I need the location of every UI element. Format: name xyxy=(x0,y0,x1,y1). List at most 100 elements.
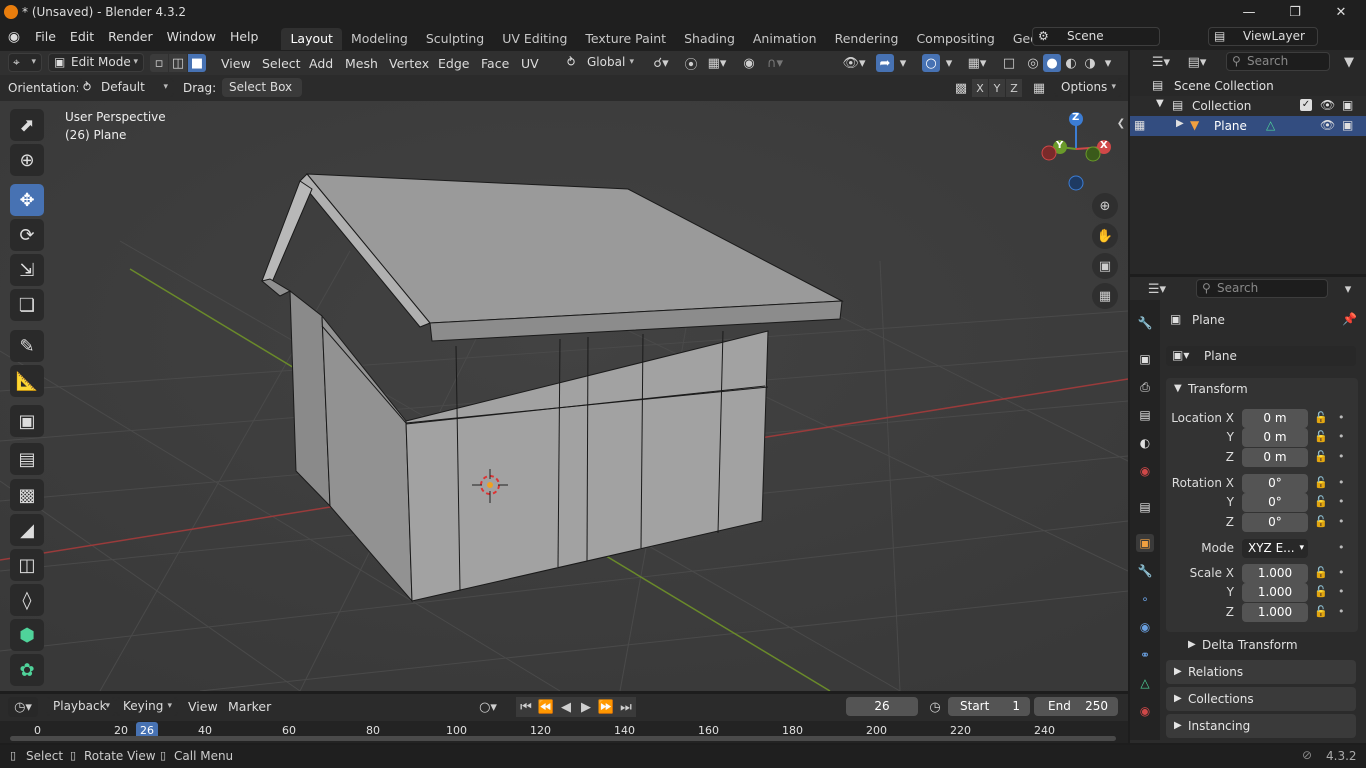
gizmo-toggle-icon[interactable]: ➦ xyxy=(876,54,894,72)
pin-icon[interactable]: 📌 xyxy=(1342,312,1357,326)
collection-render-icon[interactable]: ▣ xyxy=(1342,98,1353,112)
properties-options-icon[interactable]: ▾ xyxy=(1340,279,1356,299)
relations-panel[interactable]: ▶ Relations xyxy=(1166,660,1356,684)
timeline-view-menu[interactable]: View xyxy=(188,694,218,719)
keyframe-location-x-icon[interactable]: • xyxy=(1338,411,1345,424)
end-frame-field[interactable]: End 250 xyxy=(1034,697,1118,716)
face-select-icon[interactable]: ■ xyxy=(188,54,206,72)
menu-edit[interactable]: Edit xyxy=(63,24,101,50)
next-keyframe-icon[interactable]: ⏩ xyxy=(596,697,616,717)
outliner-search-input[interactable]: ⚲ Search xyxy=(1226,52,1330,71)
tab-modeling[interactable]: Modeling xyxy=(342,28,417,50)
tab-compositing[interactable]: Compositing xyxy=(907,28,1003,50)
keyframe-rotation-y-icon[interactable]: • xyxy=(1338,495,1345,508)
tab-animation[interactable]: Animation xyxy=(744,28,826,50)
overlays-toggle-icon[interactable]: ○ xyxy=(922,54,940,72)
instancing-panel[interactable]: ▶ Instancing xyxy=(1166,714,1356,738)
snap-target-icon[interactable]: ▦▾ xyxy=(702,54,732,72)
proportional-editing-icon[interactable]: ◉ xyxy=(740,54,758,72)
falloff-icon[interactable]: ∩▾ xyxy=(762,54,788,72)
move-tool-icon[interactable]: ✥ xyxy=(10,184,44,216)
output-tab-icon[interactable]: ⎙ xyxy=(1136,378,1154,396)
lock-scale-x-icon[interactable]: 🔓 xyxy=(1314,566,1328,579)
keyframe-scale-z-icon[interactable]: • xyxy=(1338,605,1345,618)
timeline-editor-type-icon[interactable]: ◷▾ xyxy=(8,697,38,717)
drag-selector[interactable]: Select Box xyxy=(222,78,302,97)
collection-checkbox[interactable]: ✓ xyxy=(1300,99,1312,111)
rotation-y-field[interactable]: 0° xyxy=(1242,493,1308,512)
gizmo-dropdown-icon[interactable]: ▾ xyxy=(896,54,910,72)
pan-hand-icon[interactable]: ✋ xyxy=(1092,223,1118,249)
menu-add[interactable]: Add xyxy=(309,51,333,76)
modifier-tab-icon[interactable]: 🔧 xyxy=(1136,562,1154,580)
keyframe-scale-y-icon[interactable]: • xyxy=(1338,585,1345,598)
frame-ruler[interactable]: 0 20 26 40 60 80 100 120 140 160 180 200… xyxy=(0,721,1128,743)
particles-tab-icon[interactable]: ∘ xyxy=(1136,590,1154,608)
keyframe-mode-icon[interactable]: • xyxy=(1338,541,1345,554)
scene-tab-icon[interactable]: ◐ xyxy=(1136,434,1154,452)
keyframe-location-y-icon[interactable]: • xyxy=(1338,430,1345,443)
menu-render[interactable]: Render xyxy=(101,24,160,50)
location-z-field[interactable]: 0 m xyxy=(1242,448,1308,467)
ortho-toggle-icon[interactable]: ▦ xyxy=(1092,283,1118,309)
edge-select-icon[interactable]: ◫ xyxy=(169,54,187,72)
start-frame-field[interactable]: Start 1 xyxy=(948,697,1030,716)
solid-shading-icon[interactable]: ● xyxy=(1043,54,1061,72)
xray-toggle-icon[interactable]: □ xyxy=(1000,54,1018,72)
camera-view-icon[interactable]: ▣ xyxy=(1092,253,1118,279)
rotation-x-field[interactable]: 0° xyxy=(1242,474,1308,493)
play-icon[interactable]: ▶ xyxy=(576,697,596,717)
mirror-x-button[interactable]: X xyxy=(972,79,988,97)
render-tab-icon[interactable]: ▣ xyxy=(1136,350,1154,368)
keyframe-rotation-z-icon[interactable]: • xyxy=(1338,515,1345,528)
blender-menu-icon[interactable]: ◉ xyxy=(0,29,28,45)
timeline-scrollbar[interactable] xyxy=(10,736,1116,741)
rendered-shading-icon[interactable]: ◑ xyxy=(1081,54,1099,72)
properties-editor-type-icon[interactable]: ☰▾ xyxy=(1142,279,1172,299)
menu-file[interactable]: File xyxy=(28,24,63,50)
scale-z-field[interactable]: 1.000 xyxy=(1242,603,1308,622)
extrude-tool-icon[interactable]: ▤ xyxy=(10,443,44,475)
outliner-row-scene-collection[interactable]: ▤ Scene Collection xyxy=(1130,76,1366,96)
expand-collection-icon[interactable]: ▼ xyxy=(1156,98,1164,109)
menu-vertex[interactable]: Vertex xyxy=(389,51,429,76)
view-layer-selector[interactable]: ▤ ViewLayer xyxy=(1208,27,1318,46)
close-button[interactable]: ✕ xyxy=(1318,0,1364,24)
constraints-tab-icon[interactable]: ⚭ xyxy=(1136,646,1154,664)
lock-rotation-x-icon[interactable]: 🔓 xyxy=(1314,476,1328,489)
scene-selector[interactable]: ⚙ Scene xyxy=(1032,27,1160,46)
material-shading-icon[interactable]: ◐ xyxy=(1062,54,1080,72)
jump-start-icon[interactable]: ⏮ xyxy=(516,697,536,717)
tab-rendering[interactable]: Rendering xyxy=(826,28,908,50)
pivot-point-icon[interactable]: ☌▾ xyxy=(648,54,674,72)
cursor-tool-icon[interactable]: ⊕ xyxy=(10,144,44,176)
minimize-button[interactable]: — xyxy=(1226,0,1272,24)
data-tab-icon[interactable]: △ xyxy=(1136,674,1154,692)
menu-help[interactable]: Help xyxy=(223,24,266,50)
view-layer-tab-icon[interactable]: ▤ xyxy=(1136,406,1154,424)
rotation-mode-dropdown[interactable]: XYZ E... ▾ xyxy=(1242,539,1308,558)
outliner-editor-type-icon[interactable]: ☰▾ xyxy=(1146,52,1176,72)
timeline-marker-menu[interactable]: Marker xyxy=(228,694,271,719)
transform-tool-icon[interactable]: ❏ xyxy=(10,289,44,321)
lock-scale-y-icon[interactable]: 🔓 xyxy=(1314,585,1328,598)
menu-window[interactable]: Window xyxy=(160,24,223,50)
jump-end-icon[interactable]: ⏭ xyxy=(616,697,636,717)
display-mode-icon[interactable]: ▤▾ xyxy=(1182,52,1212,72)
physics-tab-icon[interactable]: ◉ xyxy=(1136,618,1154,636)
scale-tool-icon[interactable]: ⇲ xyxy=(10,254,44,286)
3d-viewport[interactable]: Z Y X User Perspective (26) Plane ⊕ ✋ ▣ … xyxy=(0,101,1128,691)
editor-type-selector[interactable]: ⌖ ▾ xyxy=(8,53,42,72)
add-cube-tool-icon[interactable]: ▣ xyxy=(10,405,44,437)
properties-search-input[interactable]: ⚲ Search xyxy=(1196,279,1328,298)
menu-uv[interactable]: UV xyxy=(521,51,539,76)
playback-menu[interactable]: Playback ▾ xyxy=(46,697,116,716)
tab-texture-paint[interactable]: Texture Paint xyxy=(576,28,675,50)
object-datablock-field[interactable]: ▣▾ Plane xyxy=(1166,346,1356,366)
lock-rotation-y-icon[interactable]: 🔓 xyxy=(1314,495,1328,508)
measure-tool-icon[interactable]: 📐 xyxy=(10,365,44,397)
preview-range-icon[interactable]: ◷ xyxy=(926,697,944,717)
rotate-tool-icon[interactable]: ⟳ xyxy=(10,219,44,251)
shading-dropdown-icon[interactable]: ▾ xyxy=(1100,54,1116,72)
keyframe-scale-x-icon[interactable]: • xyxy=(1338,566,1345,579)
